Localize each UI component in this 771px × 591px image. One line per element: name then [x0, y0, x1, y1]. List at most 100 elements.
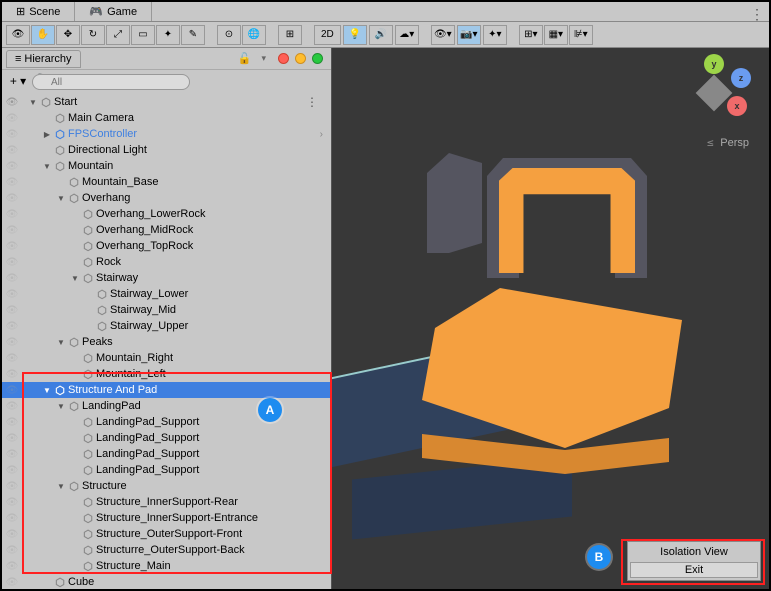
visibility-toggle[interactable]: 👁 [2, 174, 22, 190]
visibility-toggle[interactable]: 👁 [2, 270, 22, 286]
visibility-toggle[interactable]: 👁 [2, 126, 22, 142]
visibility-toggle[interactable]: 👁 [2, 478, 22, 494]
collapse-arrow-icon[interactable] [56, 482, 66, 491]
hierarchy-item-peaks[interactable]: 👁Peaks [2, 334, 331, 350]
hierarchy-item-lp-sup4[interactable]: 👁LandingPad_Support [2, 462, 331, 478]
gizmos-button[interactable]: ✦▾ [483, 25, 507, 45]
hierarchy-item-stair-lower[interactable]: 👁Stairway_Lower [2, 286, 331, 302]
transform-tool-button[interactable]: ✦ [156, 25, 180, 45]
visibility-toggle[interactable]: 👁 [2, 238, 22, 254]
visibility-toggle[interactable]: 👁 [2, 398, 22, 414]
visibility-toggle[interactable]: 👁 [2, 494, 22, 510]
visibility-toggle[interactable]: 👁 [2, 382, 22, 398]
collapse-arrow-icon[interactable] [56, 338, 66, 347]
hierarchy-item-lp-sup1[interactable]: 👁LandingPad_Support [2, 414, 331, 430]
hierarchy-item-cube[interactable]: 👁Cube [2, 574, 331, 589]
visibility-toggle[interactable]: 👁 [2, 158, 22, 174]
rotate-tool-button[interactable]: ↻ [81, 25, 105, 45]
projection-label[interactable]: Persp [707, 136, 749, 149]
orientation-gizmo[interactable]: y z x [679, 58, 749, 128]
tab-game[interactable]: 🎮 Game [75, 2, 152, 21]
visibility-toggle[interactable]: 👁 [2, 542, 22, 558]
hierarchy-item-mountain[interactable]: 👁Mountain [2, 158, 331, 174]
collapse-arrow-icon[interactable] [56, 194, 66, 203]
hierarchy-tree[interactable]: 👁Start⋮👁Main Camera👁FPSController›👁Direc… [2, 92, 331, 589]
hierarchy-item-overhang-top[interactable]: 👁Overhang_TopRock [2, 238, 331, 254]
hierarchy-item-structure-pad[interactable]: 👁Structure And Pad [2, 382, 331, 398]
hierarchy-item-fps[interactable]: 👁FPSController› [2, 126, 331, 142]
visibility-toggle[interactable]: 👁 [2, 142, 22, 158]
hierarchy-item-s-inner-ent[interactable]: 👁Structure_InnerSupport-Entrance [2, 510, 331, 526]
grid-snap-button[interactable]: ⊞ [278, 25, 302, 45]
tab-scene[interactable]: ⊞ Scene [2, 2, 75, 21]
visibility-toggle[interactable]: 👁 [2, 190, 22, 206]
hierarchy-item-s-inner-rear[interactable]: 👁Structure_InnerSupport-Rear [2, 494, 331, 510]
hand-tool-button[interactable]: ✋ [31, 25, 55, 45]
hierarchy-item-stair-upper[interactable]: 👁Stairway_Upper [2, 318, 331, 334]
visibility-toggle[interactable]: 👁 [2, 462, 22, 478]
visibility-toggle[interactable]: 👁 [2, 574, 22, 589]
hierarchy-item-stair-mid[interactable]: 👁Stairway_Mid [2, 302, 331, 318]
tab-overflow-menu-button[interactable]: ⋮ [749, 5, 765, 23]
visibility-toggle[interactable]: 👁 [2, 366, 22, 382]
audio-toggle-button[interactable]: 🔊 [369, 25, 393, 45]
hierarchy-item-overhang-mid[interactable]: 👁Overhang_MidRock [2, 222, 331, 238]
hierarchy-item-overhang[interactable]: 👁Overhang [2, 190, 331, 206]
hierarchy-item-lp-sup2[interactable]: 👁LandingPad_Support [2, 430, 331, 446]
visibility-toggle[interactable]: 👁 [2, 110, 22, 126]
snap-toggle-button[interactable]: ⊯▾ [569, 25, 593, 45]
create-button[interactable]: + ▾ [6, 72, 30, 90]
pivot-rotation-button[interactable]: 🌐 [242, 25, 266, 45]
expand-arrow-icon[interactable] [42, 130, 52, 139]
hierarchy-item-rock[interactable]: 👁Rock [2, 254, 331, 270]
visibility-toggle[interactable]: 👁 [2, 350, 22, 366]
collapse-arrow-icon[interactable] [28, 98, 38, 107]
visibility-toggle[interactable]: 👁 [2, 510, 22, 526]
hierarchy-item-s-main[interactable]: 👁Structure_Main [2, 558, 331, 574]
scale-tool-button[interactable]: ⤢ [106, 25, 130, 45]
hierarchy-item-main-camera[interactable]: 👁Main Camera [2, 110, 331, 126]
visibility-toggle[interactable]: 👁 [2, 414, 22, 430]
open-prefab-chevron-icon[interactable]: › [320, 129, 323, 140]
close-window-button[interactable] [278, 53, 289, 64]
collapse-arrow-icon[interactable] [42, 386, 52, 395]
minimize-window-button[interactable] [295, 53, 306, 64]
hierarchy-item-mountain-base[interactable]: 👁Mountain_Base [2, 174, 331, 190]
hierarchy-item-overhang-lower[interactable]: 👁Overhang_LowerRock [2, 206, 331, 222]
2d-toggle-button[interactable]: 2D [314, 25, 341, 45]
isolation-exit-button[interactable]: Exit [630, 562, 758, 578]
move-tool-button[interactable]: ✥ [56, 25, 80, 45]
scene-view[interactable]: y z x Persp Isolation View Exit B [332, 48, 769, 589]
axis-x-handle[interactable]: x [727, 96, 747, 116]
pivot-mode-button[interactable]: ⊙ [217, 25, 241, 45]
snap-increment-button[interactable]: ▦▾ [544, 25, 568, 45]
visibility-toggle[interactable]: 👁 [2, 446, 22, 462]
rect-tool-button[interactable]: ▭ [131, 25, 155, 45]
axis-y-handle[interactable]: y [704, 54, 724, 74]
collapse-arrow-icon[interactable] [56, 402, 66, 411]
hierarchy-tab[interactable]: ≡ Hierarchy [6, 50, 81, 68]
panel-menu-icon[interactable]: ▾ [261, 53, 266, 64]
collapse-arrow-icon[interactable] [42, 162, 52, 171]
hierarchy-item-start[interactable]: 👁Start⋮ [2, 94, 331, 110]
hierarchy-item-lp-sup3[interactable]: 👁LandingPad_Support [2, 446, 331, 462]
visibility-toggle[interactable]: 👁 [2, 558, 22, 574]
scene-menu-button[interactable]: ⋮ [306, 95, 319, 109]
visibility-toggle[interactable]: 👁 [2, 222, 22, 238]
visibility-toggle-button[interactable]: 👁▾ [431, 25, 455, 45]
hierarchy-item-s-outer-front[interactable]: 👁Structure_OuterSupport-Front [2, 526, 331, 542]
lock-icon[interactable]: 🔓 [238, 52, 252, 65]
hierarchy-item-structure[interactable]: 👁Structure [2, 478, 331, 494]
visibility-toggle[interactable]: 👁 [2, 94, 22, 110]
hierarchy-item-s-outer-back[interactable]: 👁Structurre_OuterSupport-Back [2, 542, 331, 558]
view-tool-button[interactable]: 👁 [6, 25, 30, 45]
hierarchy-item-mtn-left[interactable]: 👁Mountain_Left [2, 366, 331, 382]
visibility-toggle[interactable]: 👁 [2, 302, 22, 318]
visibility-toggle[interactable]: 👁 [2, 430, 22, 446]
visibility-toggle[interactable]: 👁 [2, 318, 22, 334]
collapse-arrow-icon[interactable] [70, 274, 80, 283]
custom-tool-button[interactable]: ✎ [181, 25, 205, 45]
visibility-toggle[interactable]: 👁 [2, 206, 22, 222]
fx-toggle-button[interactable]: ☁▾ [395, 25, 419, 45]
hierarchy-item-mtn-right[interactable]: 👁Mountain_Right [2, 350, 331, 366]
